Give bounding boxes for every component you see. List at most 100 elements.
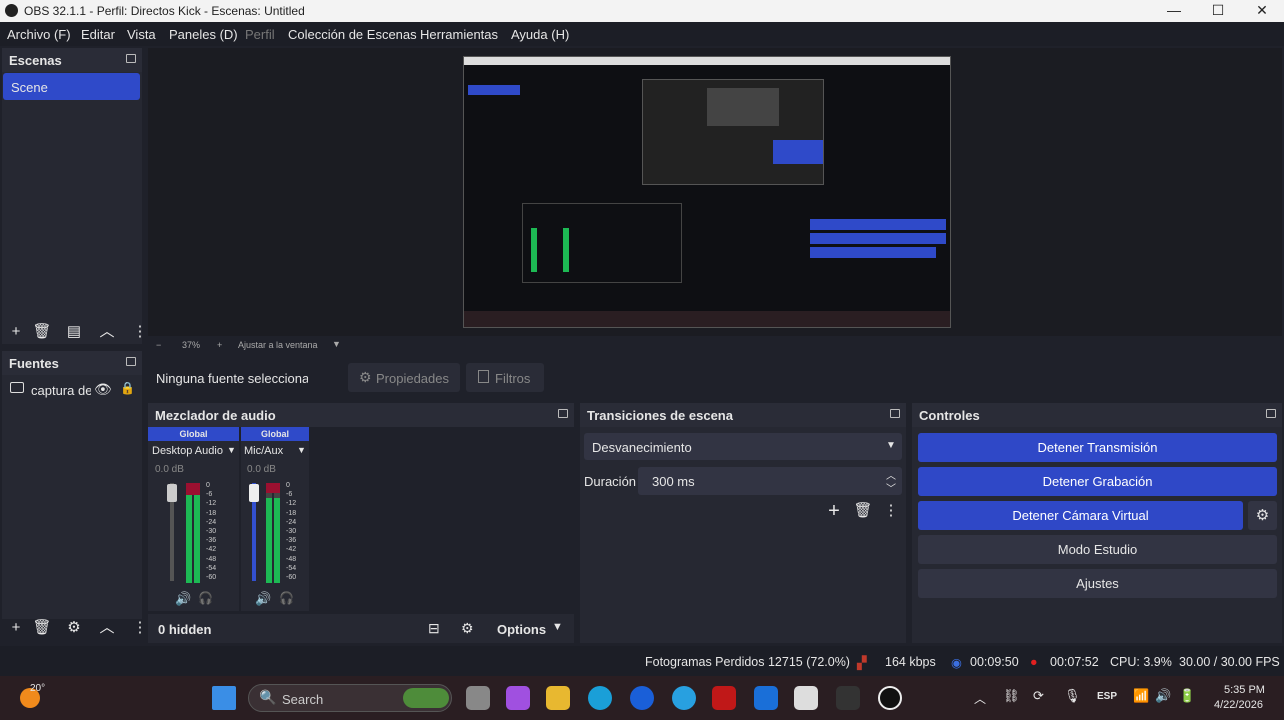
mixer-channel-mic: Global Mic/Aux ▼ 0.0 dB 0 -6 -12 -18 -24 -30 -… [241,427,309,611]
move-up-icon[interactable]: ︿ [97,618,117,638]
advanced-audio-icon[interactable]: ⚙ [461,620,474,637]
app-icon[interactable] [672,686,696,710]
undock-icon[interactable] [126,357,136,366]
menu-perfil[interactable]: Perfil [245,27,275,42]
search-highlight-icon [403,688,449,708]
speaker-icon[interactable]: 🔊 [255,591,271,607]
eye-icon[interactable]: 👁 [94,381,112,398]
volume-icon[interactable]: 🔊 [1155,688,1171,704]
zoom-fit-select[interactable]: Ajustar a la ventana [238,340,318,350]
scene-item[interactable]: Scene [3,73,140,100]
undock-icon[interactable] [126,54,136,63]
nested-taskbar [464,311,950,327]
add-source-icon[interactable]: + [6,618,26,638]
speaker-icon[interactable]: 🔊 [175,591,191,607]
add-scene-icon[interactable]: + [6,322,26,342]
db-scale-tick: -30 [206,527,217,535]
menu-archivo[interactable]: Archivo (F) [7,27,71,42]
windows-start-icon[interactable] [212,686,236,710]
undock-icon[interactable] [890,409,900,418]
more-options-icon[interactable]: ⋮ [881,501,901,521]
recorder-icon[interactable] [836,686,860,710]
menu-paneles[interactable]: Paneles (D) [169,27,238,42]
scenes-toolbar: + 🗑 ▤ ︿ ⋮ [2,320,148,346]
gear-icon[interactable]: ⚙ [64,618,84,638]
chevron-down-icon[interactable]: ▼ [227,445,236,455]
move-up-icon[interactable]: ︿ [97,322,117,342]
zoom-in-button[interactable]: + [217,340,222,350]
mcafee-icon[interactable] [712,686,736,710]
options-button[interactable]: Options [497,622,546,637]
channel-name[interactable]: Mic/Aux [244,445,283,457]
minimize-button[interactable]: — [1152,0,1196,22]
settings-button[interactable]: Ajustes [918,569,1277,598]
remove-transition-icon[interactable]: 🗑 [853,501,873,521]
nested-meter [563,228,569,272]
duration-input[interactable]: 300 ms ︿ ﹀ [638,467,902,495]
menu-editar[interactable]: Editar [81,27,115,42]
studio-mode-button[interactable]: Modo Estudio [918,535,1277,564]
hp-icon[interactable] [630,686,654,710]
file-explorer-icon[interactable] [546,686,570,710]
chevron-down-icon[interactable]: ▼ [332,339,341,349]
stop-streaming-button[interactable]: Detener Transmisión [918,433,1277,462]
source-item[interactable]: captura de 👁 🔒 [2,379,142,403]
taskbar-search[interactable]: 🔍 Search [248,684,452,712]
chevron-down-icon[interactable]: ▼ [552,621,563,633]
tray-app-icon[interactable]: ⛓ [1003,688,1020,704]
db-scale-tick: -12 [286,500,297,508]
layout-icon[interactable]: ⊟ [428,620,440,637]
scene-filters-icon[interactable]: ▤ [64,322,84,342]
lock-icon[interactable]: 🔒 [120,381,135,395]
task-view-icon[interactable] [466,686,490,710]
audio-meter-left [266,498,272,583]
clock-date[interactable]: 4/22/2026 [1214,699,1263,711]
sync-icon[interactable]: ⟳ [1033,688,1044,704]
remove-source-icon[interactable]: 🗑 [32,618,52,638]
headphones-icon[interactable]: 🎧 [198,591,213,605]
stream-icon: ◉ [951,656,962,670]
chevron-down-icon[interactable]: ﹀ [886,480,896,495]
remove-scene-icon[interactable]: 🗑 [32,322,52,342]
undock-icon[interactable] [558,409,568,418]
undock-icon[interactable] [1266,409,1276,418]
mail-icon[interactable] [754,686,778,710]
more-options-icon[interactable]: ⋮ [130,322,150,342]
filters-button[interactable]: Filtros [466,363,544,392]
add-transition-icon[interactable]: + [824,501,844,521]
close-button[interactable]: ✕ [1240,0,1284,22]
no-source-label: Ninguna fuente seleccionad [156,371,308,386]
battery-icon[interactable]: 🔋 [1179,688,1195,704]
zoom-out-button[interactable]: − [156,340,161,350]
stop-virtual-camera-button[interactable]: Detener Cámara Virtual [918,501,1243,530]
db-scale-tick: -24 [206,518,217,526]
stop-recording-button[interactable]: Detener Grabación [918,467,1277,496]
clock-time[interactable]: 5:35 PM [1224,684,1265,696]
obs-taskbar-icon[interactable] [878,686,902,710]
volume-handle[interactable] [249,484,259,502]
chevron-down-icon: ▼ [886,440,896,451]
channel-name[interactable]: Desktop Audio [152,445,223,457]
channel-db: 0.0 dB [247,464,276,475]
properties-button[interactable]: ⚙ Propiedades [348,363,460,392]
tray-chevron-icon[interactable]: ︿ [974,690,986,707]
store-icon[interactable] [794,686,818,710]
edge-icon[interactable] [588,686,612,710]
volume-handle[interactable] [167,484,177,502]
more-options-icon[interactable]: ⋮ [130,618,150,638]
headphones-icon[interactable]: 🎧 [279,591,294,605]
virtual-camera-settings-icon[interactable]: ⚙ [1248,501,1277,530]
microphone-icon[interactable]: 🎙 [1064,688,1081,704]
menu-ayuda[interactable]: Ayuda (H) [511,27,569,42]
menu-herramientas[interactable]: Herramientas [420,27,498,42]
maximize-button[interactable]: ☐ [1196,0,1240,22]
chevron-down-icon[interactable]: ▼ [297,445,306,455]
transition-select[interactable]: Desvanecimiento ▼ [584,433,902,460]
copilot-icon[interactable] [506,686,530,710]
transitions-dock: Transiciones de escena Desvanecimiento ▼… [580,403,906,643]
db-scale-tick: -36 [206,537,217,545]
menu-vista[interactable]: Vista [127,27,156,42]
wifi-icon[interactable]: 📶 [1133,688,1149,704]
language-indicator[interactable]: ESP [1097,691,1117,702]
menu-coleccion-escenas[interactable]: Colección de Escenas [288,27,417,42]
